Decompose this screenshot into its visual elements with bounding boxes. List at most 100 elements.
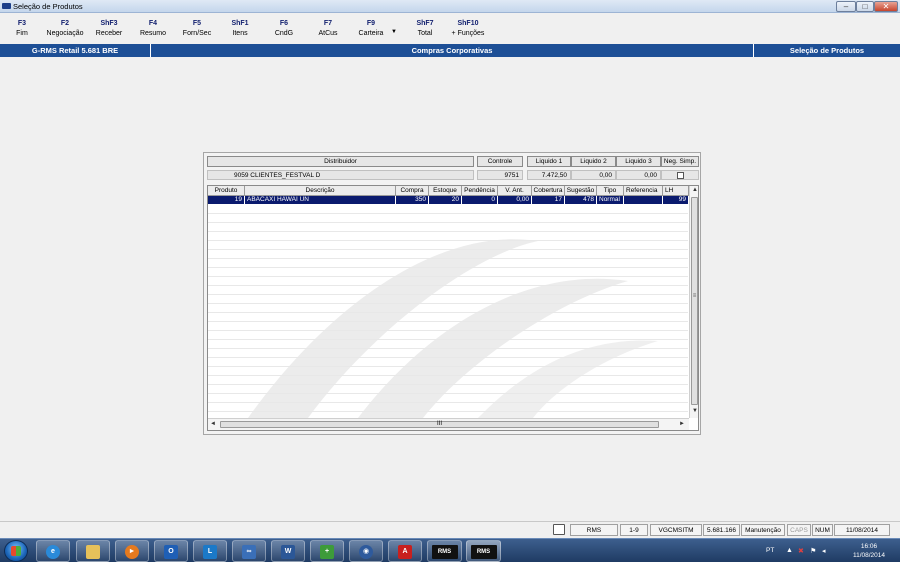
distribuidor-field[interactable]: 9059 CLIENTES_FESTVAL D [207,170,474,180]
status-program: VGCMSITM [650,524,702,536]
col-header-tipo[interactable]: Tipo [597,186,624,196]
show-hidden-icons[interactable]: ▲ [786,547,794,555]
cell-pendencia[interactable]: 0 [462,196,498,204]
taskbar: e ► O L ∞ W + ◉ A RMS RMS PT ▲ ✖ ⚑ ◂ 16:… [0,538,900,562]
fkey-label: + Funções [451,30,485,37]
window-title: Seleção de Produtos [13,2,83,11]
fkey-mais-funcoes-button[interactable]: ShF10 + Funções [446,19,490,39]
fkey-code: ShF3 [100,20,118,27]
grid-line [208,348,688,349]
fkey-code: F2 [60,20,70,27]
taskbar-rms-2[interactable]: RMS [466,540,501,562]
cell-produto[interactable]: 19 [208,196,245,204]
taskbar-media-player[interactable]: ► [115,540,149,562]
fkey-receber-button[interactable]: ShF3 Receber [87,19,131,39]
cell-cobertura[interactable]: 17 [532,196,565,204]
module-band: G-RMS Retail 5.681 BRE Compras Corporati… [0,44,900,57]
liquido3-header: Liquido 3 [616,156,661,167]
taskbar-remote-desktop[interactable]: ∞ [232,540,266,562]
col-header-cobertura[interactable]: Cobertura [532,186,565,196]
start-button[interactable] [4,540,28,562]
cell-sugestao[interactable]: 478 [565,196,597,204]
status-range: 1-9 [620,524,648,536]
cell-vant[interactable]: 0,00 [498,196,532,204]
neg-simp-checkbox[interactable] [676,172,684,179]
vertical-scrollbar[interactable]: ▲ ≡ ▼ [689,186,698,418]
windows-logo-icon [11,546,21,556]
clock[interactable]: 16:06 11/08/2014 [844,542,894,560]
cell-estoque[interactable]: 20 [429,196,462,204]
scroll-right-icon[interactable]: ► [679,421,685,427]
scroll-down-icon[interactable]: ▼ [692,408,698,414]
col-header-produto[interactable]: Produto [208,186,245,196]
col-header-estoque[interactable]: Estoque [429,186,462,196]
system-tray: PT ▲ ✖ ⚑ ◂ 16:06 11/08/2014 [760,541,900,561]
function-key-toolbar: F3 Fim F2 Negociação ShF3 Receber F4 Res… [0,14,900,43]
maximize-button[interactable]: □ [856,1,874,12]
fkey-carteira-button[interactable]: F9 Carteira ▼ [349,19,397,39]
status-caps: CAPS [787,524,811,536]
fkey-code: ShF7 [416,20,434,27]
taskbar-lync[interactable]: L [193,540,227,562]
fkey-atcus-button[interactable]: F7 AtCus [306,19,350,39]
fkey-total-button[interactable]: ShF7 Total [403,19,447,39]
col-header-vant[interactable]: V. Ant. [498,186,532,196]
cell-lh[interactable]: 99 [663,196,689,204]
neg-simp-cell [661,170,699,180]
fkey-fim-button[interactable]: F3 Fim [0,19,44,39]
rms-icon: RMS [470,545,497,559]
status-mode: Manutenção [741,524,785,536]
minimize-button[interactable]: – [836,1,856,12]
network-icon[interactable]: ✖ [798,547,806,555]
vertical-scroll-thumb[interactable]: ≡ [691,197,698,405]
grid-line [208,222,688,223]
liquido1-field: 7.472,50 [527,170,571,180]
volume-icon[interactable]: ◂ [822,547,830,555]
col-header-compra[interactable]: Compra [396,186,429,196]
fkey-label: Forn/Sec [182,30,212,37]
taskbar-word[interactable]: W [271,540,305,562]
fkey-label: Resumo [139,30,167,37]
grid-line [208,366,688,367]
taskbar-shield[interactable]: ◉ [349,540,383,562]
taskbar-rms-1[interactable]: RMS [427,540,462,562]
fkey-negociacao-button[interactable]: F2 Negociação [43,19,87,39]
fkey-cndg-button[interactable]: F6 CndG [262,19,306,39]
taskbar-outlook[interactable]: O [154,540,188,562]
language-indicator[interactable]: PT [766,547,774,554]
controle-field[interactable]: 9751 [477,170,523,180]
cell-compra[interactable]: 350 [396,196,429,204]
col-header-pendencia[interactable]: Pendência [462,186,498,196]
products-grid: Produto Descrição Compra Estoque Pendênc… [207,185,699,431]
fkey-itens-button[interactable]: ShF1 Itens [218,19,262,39]
close-button[interactable]: ✕ [874,1,898,12]
grid-line [208,339,688,340]
version-label: G-RMS Retail 5.681 BRE [0,44,151,57]
taskbar-internet-explorer[interactable]: e [36,540,70,562]
liquido2-header: Liquido 2 [571,156,616,167]
fkey-code: F6 [279,20,289,27]
cell-tipo[interactable]: Normal [597,196,624,204]
module-label: Compras Corporativas [151,44,754,57]
fkey-resumo-button[interactable]: F4 Resumo [131,19,175,39]
grip-icon: ≡ [692,293,697,299]
horizontal-scroll-thumb[interactable]: III [220,421,659,428]
cell-referencia[interactable] [624,196,663,204]
col-header-referencia[interactable]: Referencia [624,186,663,196]
col-header-sugestao[interactable]: Sugestão [565,186,597,196]
taskbar-installer[interactable]: + [310,540,344,562]
document-icon[interactable] [553,524,565,535]
horizontal-scrollbar[interactable]: ◄ III ► [208,418,689,430]
flag-icon[interactable]: ⚑ [810,547,818,555]
scroll-up-icon[interactable]: ▲ [692,187,698,193]
fkey-forn-sec-button[interactable]: F5 Forn/Sec [175,19,219,39]
col-header-descricao[interactable]: Descrição [245,186,396,196]
taskbar-windows-explorer[interactable] [76,540,110,562]
taskbar-acrobat[interactable]: A [388,540,422,562]
dropdown-arrow-icon[interactable]: ▼ [391,29,397,35]
scroll-left-icon[interactable]: ◄ [210,421,216,427]
cell-descricao[interactable]: ABACAXI HAWAI UN [245,196,396,204]
col-header-lh[interactable]: LH [663,186,689,196]
fkey-code: F3 [17,20,27,27]
fkey-code: F4 [148,20,158,27]
